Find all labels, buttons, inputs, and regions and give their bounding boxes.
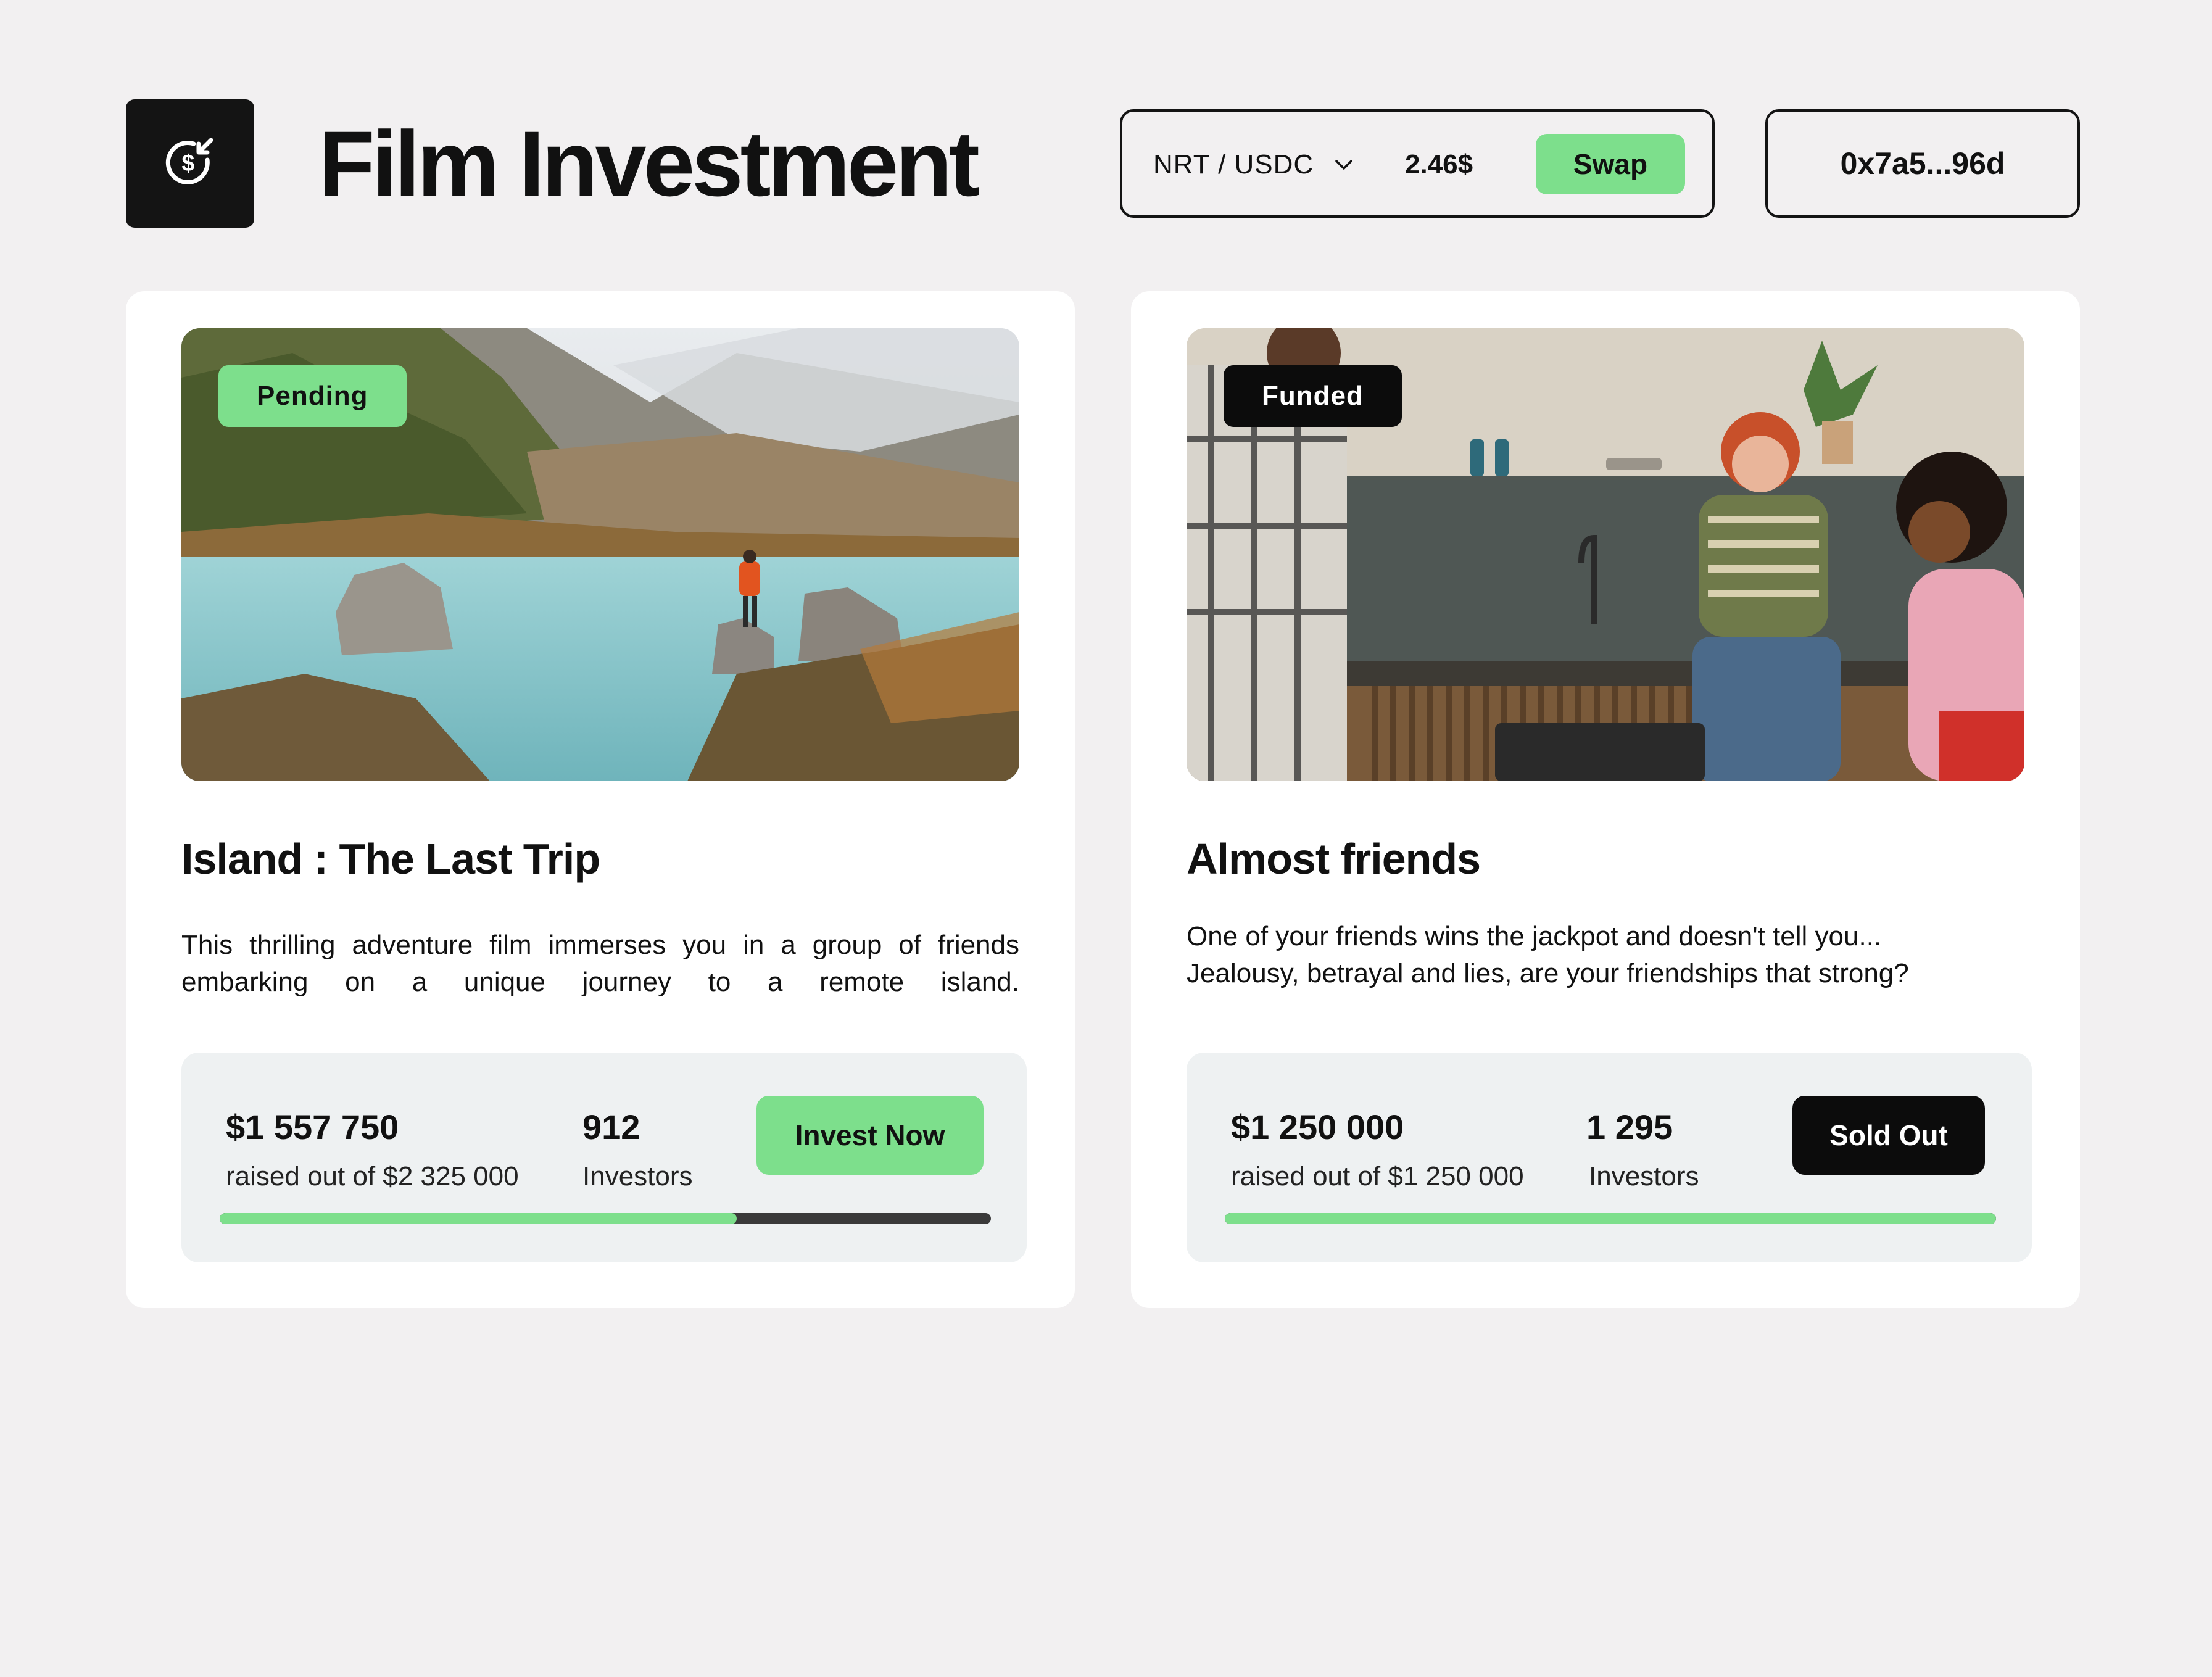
raised-target: raised out of $2 325 000 bbox=[226, 1161, 519, 1191]
funding-progress-bar bbox=[220, 1213, 991, 1224]
funding-stats: $1 250 000 raised out of $1 250 000 1 29… bbox=[1187, 1053, 2032, 1262]
raised-target: raised out of $1 250 000 bbox=[1231, 1161, 1524, 1191]
funding-progress-fill bbox=[220, 1213, 737, 1224]
investor-count: 912 bbox=[582, 1108, 640, 1146]
film-poster-image: Funded bbox=[1187, 328, 2024, 781]
investor-count: 1 295 bbox=[1586, 1108, 1673, 1146]
page-title: Film Investment bbox=[318, 112, 980, 215]
film-description: One of your friends wins the jackpot and… bbox=[1187, 918, 2024, 992]
pair-label: NRT / USDC bbox=[1153, 149, 1314, 180]
invest-now-button[interactable]: Invest Now bbox=[756, 1096, 984, 1175]
swap-button[interactable]: Swap bbox=[1536, 134, 1685, 194]
status-badge: Funded bbox=[1224, 365, 1402, 427]
funding-progress-fill bbox=[1225, 1213, 1996, 1224]
film-description: This thrilling adventure film immerses y… bbox=[181, 930, 1019, 997]
pair-price: 2.46$ bbox=[1405, 149, 1473, 180]
funding-progress-bar bbox=[1225, 1213, 1996, 1224]
svg-text:$: $ bbox=[181, 151, 194, 176]
film-title: Almost friends bbox=[1187, 835, 1481, 883]
raised-amount: $1 250 000 bbox=[1231, 1108, 1404, 1146]
film-card: Pending Island : The Last Trip This thri… bbox=[126, 291, 1075, 1308]
chevron-down-icon bbox=[1335, 160, 1352, 170]
investor-label: Investors bbox=[582, 1161, 693, 1191]
raised-amount: $1 557 750 bbox=[226, 1108, 399, 1146]
app-logo: $ bbox=[126, 99, 254, 228]
pair-select[interactable]: NRT / USDC bbox=[1153, 141, 1353, 188]
swap-panel: NRT / USDC 2.46$ Swap bbox=[1120, 109, 1715, 218]
film-description-line: Jealousy, betrayal and lies, are your fr… bbox=[1187, 958, 1909, 988]
sold-out-button[interactable]: Sold Out bbox=[1792, 1096, 1985, 1175]
investor-label: Investors bbox=[1589, 1161, 1699, 1191]
wallet-address-button[interactable]: 0x7a5...96d bbox=[1765, 109, 2080, 218]
funding-stats: $1 557 750 raised out of $2 325 000 912 … bbox=[181, 1053, 1027, 1262]
dollar-circle-arrow-icon: $ bbox=[165, 138, 213, 184]
film-poster-image: Pending bbox=[181, 328, 1019, 781]
film-title: Island : The Last Trip bbox=[181, 835, 600, 883]
status-badge: Pending bbox=[218, 365, 407, 427]
film-description-line: One of your friends wins the jackpot and… bbox=[1187, 921, 1882, 951]
film-card: Funded Almost friends One of your friend… bbox=[1131, 291, 2080, 1308]
